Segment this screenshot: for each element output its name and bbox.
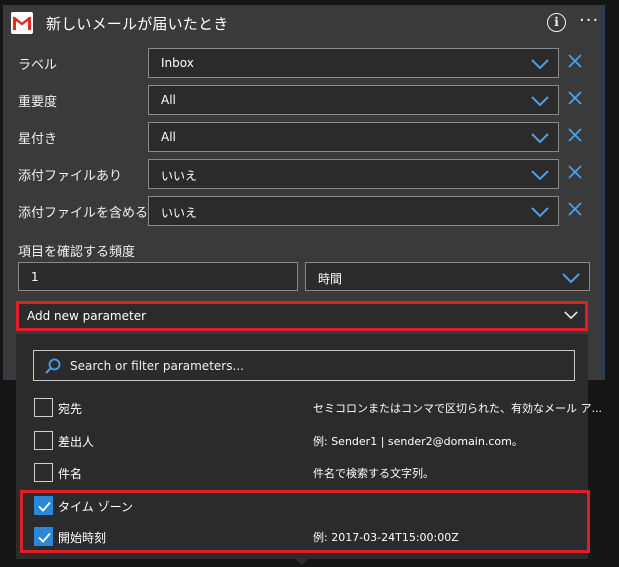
- add-new-parameter-label: Add new parameter: [27, 309, 147, 323]
- parameter-search-input[interactable]: Search or filter parameters...: [33, 350, 575, 381]
- field-label-importance: 重要度: [18, 95, 58, 110]
- importance-select[interactable]: All: [148, 85, 559, 115]
- chevron-down-icon: [531, 170, 549, 181]
- option-name: 宛先: [58, 402, 83, 416]
- checkbox-checked[interactable]: [34, 527, 53, 546]
- more-options-icon[interactable]: ···: [579, 10, 599, 31]
- parameter-option-timezone[interactable]: タイム ゾーン: [16, 491, 588, 521]
- frequency-interval-value: 1: [31, 270, 39, 284]
- include-attachments-select[interactable]: いいえ: [148, 196, 559, 226]
- clear-has-attachment-icon[interactable]: [567, 164, 583, 180]
- has-attachment-select-value: いいえ: [161, 169, 198, 183]
- info-icon[interactable]: i: [547, 13, 566, 32]
- search-placeholder: Search or filter parameters...: [70, 359, 244, 373]
- check-icon: [38, 501, 51, 512]
- card-header[interactable]: 新しいメールが届いたとき i ···: [4, 6, 604, 40]
- dropdown-notch: [296, 559, 308, 565]
- clear-importance-icon[interactable]: [567, 90, 583, 106]
- chevron-down-icon: [564, 311, 578, 320]
- field-label-label: ラベル: [18, 58, 58, 73]
- parameter-option-subject[interactable]: 件名 件名で検索する文字列。: [16, 458, 588, 488]
- importance-select-value: All: [161, 93, 176, 107]
- field-label-starred: 星付き: [18, 132, 58, 147]
- add-new-parameter-dropdown[interactable]: Add new parameter: [16, 301, 588, 331]
- label-select-value: Inbox: [161, 56, 194, 70]
- clear-starred-icon[interactable]: [567, 127, 583, 143]
- option-name: 件名: [58, 467, 83, 481]
- parameter-option-to[interactable]: 宛先 セミコロンまたはコンマで区切られた、有効なメール ア...: [16, 393, 602, 423]
- has-attachment-select[interactable]: いいえ: [148, 159, 559, 189]
- field-label-has-attachment: 添付ファイルあり: [18, 169, 123, 184]
- checkbox[interactable]: [34, 431, 53, 450]
- parameter-option-from[interactable]: 差出人 例: Sender1 | sender2@domain.com。: [16, 426, 588, 456]
- option-name: タイム ゾーン: [58, 500, 133, 514]
- field-label-include-attachments: 添付ファイルを含める: [18, 206, 149, 221]
- chevron-down-icon: [562, 273, 580, 284]
- option-description: 例: Sender1 | sender2@domain.com。: [313, 435, 523, 448]
- chevron-down-icon: [531, 96, 549, 107]
- check-icon: [38, 532, 51, 543]
- option-description: セミコロンまたはコンマで区切られた、有効なメール ア...: [313, 402, 602, 415]
- chevron-down-icon: [531, 59, 549, 70]
- clear-label-icon[interactable]: [567, 53, 583, 69]
- checkbox[interactable]: [34, 398, 53, 417]
- option-name: 差出人: [58, 435, 95, 449]
- checkbox[interactable]: [34, 463, 53, 482]
- option-description: 例: 2017-03-24T15:00:00Z: [313, 531, 459, 544]
- label-select[interactable]: Inbox: [148, 48, 559, 78]
- option-description: 件名で検索する文字列。: [313, 467, 434, 480]
- starred-select[interactable]: All: [148, 122, 559, 152]
- include-attachments-select-value: いいえ: [161, 206, 198, 220]
- frequency-unit-select[interactable]: 時間: [305, 262, 590, 291]
- parameter-option-start-time[interactable]: 開始時刻 例: 2017-03-24T15:00:00Z: [16, 522, 588, 552]
- chevron-down-icon: [531, 133, 549, 144]
- frequency-label: 項目を確認する頻度: [18, 245, 136, 260]
- checkbox-checked[interactable]: [34, 496, 53, 515]
- gmail-icon: [11, 12, 33, 34]
- option-name: 開始時刻: [58, 531, 107, 545]
- frequency-interval-input[interactable]: 1: [18, 262, 298, 291]
- starred-select-value: All: [161, 130, 176, 144]
- card-title: 新しいメールが届いたとき: [46, 15, 229, 33]
- search-icon: [45, 358, 61, 374]
- chevron-down-icon: [531, 207, 549, 218]
- parameter-dropdown-panel: Search or filter parameters... 宛先 セミコロンま…: [16, 334, 602, 559]
- frequency-unit-value: 時間: [318, 272, 343, 286]
- clear-include-attachments-icon[interactable]: [567, 201, 583, 217]
